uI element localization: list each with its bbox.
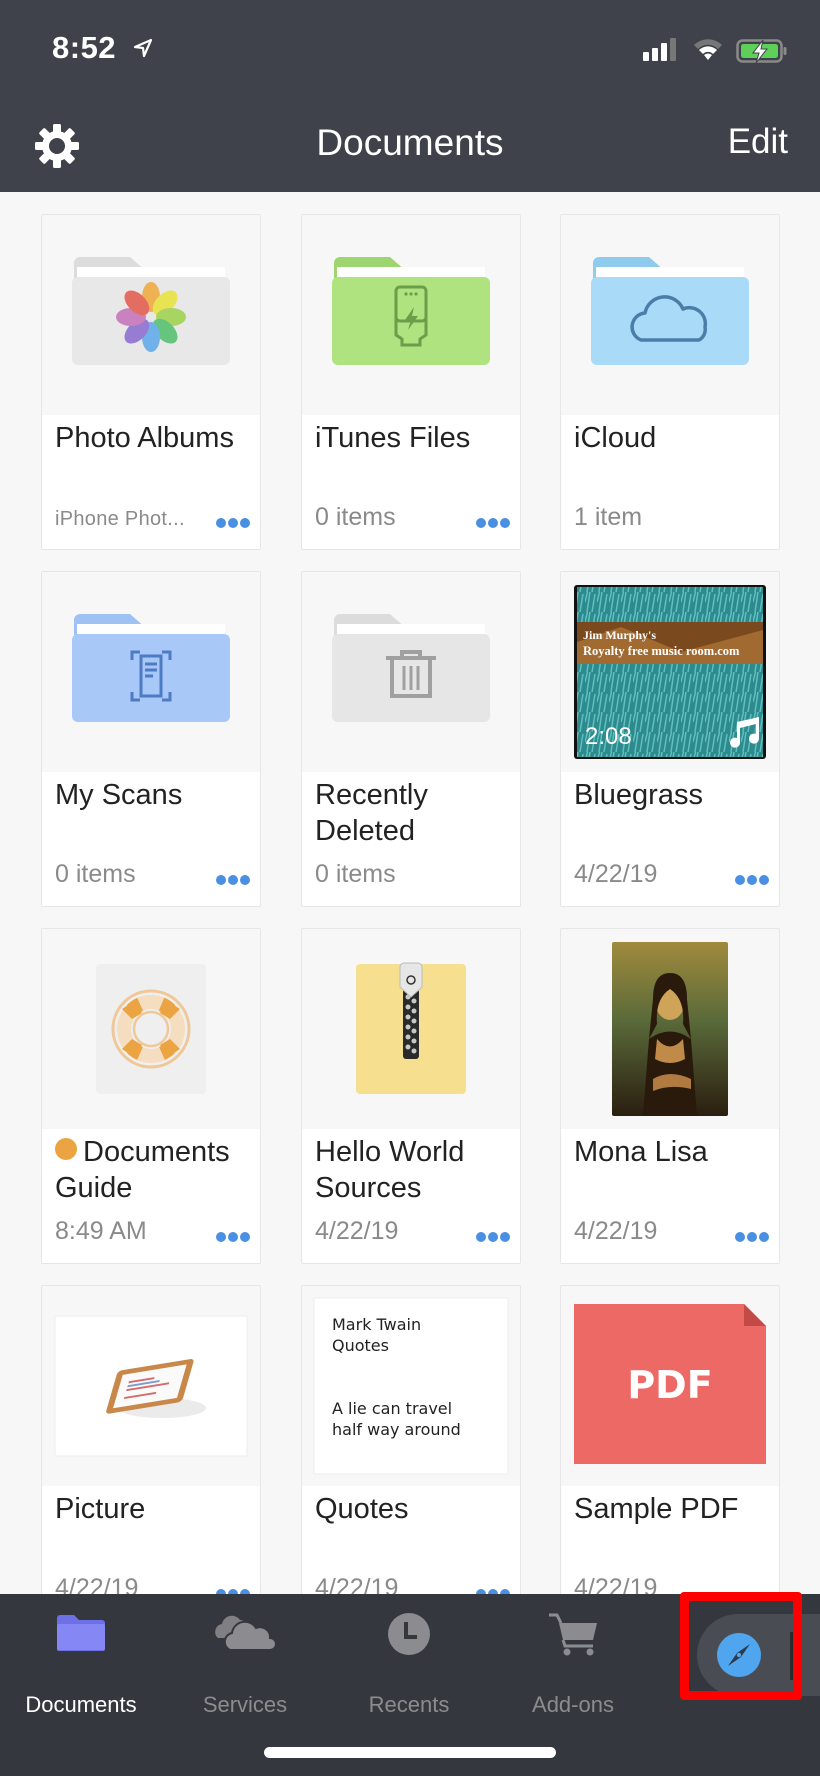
text-preview: Mark Twain Quotes A lie can travel half … [313, 1297, 509, 1475]
item-bluegrass[interactable]: Jim Murphy's Royalty free music room.com… [560, 571, 780, 907]
item-subtitle: 4/22/19 [315, 1574, 399, 1594]
tab-label: Add-ons [532, 1692, 614, 1717]
clock-icon [388, 1613, 430, 1655]
item-thumbnail [561, 929, 779, 1129]
lifebuoy-icon [96, 964, 206, 1094]
preview-line: A lie can travel [332, 1399, 452, 1418]
tab-label: Documents [25, 1692, 137, 1717]
item-hello-world-sources[interactable]: Hello World Sources 4/22/19 [301, 928, 521, 1264]
item-subtitle: 4/22/19 [574, 860, 658, 888]
cloud-icon [215, 1615, 277, 1651]
item-subtitle: 8:49 AM [55, 1217, 147, 1245]
tab-label: Services [202, 1692, 288, 1717]
more-options-icon[interactable] [476, 1229, 512, 1243]
item-thumbnail [42, 572, 260, 772]
scan-folder-icon [72, 614, 230, 722]
item-name: Recently Deleted [315, 779, 428, 847]
folder-icon [57, 1615, 105, 1651]
item-name: Hello World Sources [315, 1136, 465, 1204]
item-thumbnail: Mark Twain Quotes A lie can travel half … [302, 1286, 520, 1486]
unread-badge [55, 1138, 77, 1160]
cloud-folder-icon [591, 257, 749, 365]
item-name: Mona Lisa [574, 1136, 708, 1168]
item-name: iTunes Files [315, 422, 471, 454]
preview-line: Mark Twain [332, 1315, 421, 1334]
status-time: 8:52 [52, 30, 117, 65]
cover-text-line-2: Royalty free music room.com [583, 644, 740, 658]
edit-button[interactable]: Edit [728, 122, 788, 162]
more-options-icon[interactable] [216, 515, 252, 529]
location-arrow-icon [133, 38, 153, 58]
pdf-label: PDF [627, 1363, 712, 1407]
item-thumbnail [42, 1286, 260, 1486]
signal-icon [643, 38, 676, 61]
item-subtitle: 4/22/19 [574, 1574, 658, 1594]
item-picture[interactable]: Picture 4/22/19 [41, 1285, 261, 1594]
usb-folder-icon [332, 257, 490, 365]
wifi-icon [694, 39, 722, 60]
home-indicator[interactable] [264, 1747, 556, 1758]
item-thumbnail [561, 215, 779, 415]
pdf-file-icon: PDF [574, 1304, 766, 1464]
item-thumbnail [302, 215, 520, 415]
item-my-scans[interactable]: My Scans 0 items [41, 571, 261, 907]
item-name: My Scans [55, 779, 183, 811]
preview-line: Quotes [332, 1336, 389, 1355]
item-recently-deleted[interactable]: Recently Deleted 0 items [301, 571, 521, 907]
item-thumbnail: PDF [561, 1286, 779, 1486]
item-subtitle: 4/22/19 [315, 1217, 399, 1245]
painting-image [612, 942, 728, 1116]
item-name: Picture [55, 1493, 146, 1525]
photos-folder-icon [72, 257, 230, 365]
page-title: Documents [316, 122, 504, 163]
documents-grid[interactable]: Photo Albums iPhone Phot... iTunes Files… [0, 192, 820, 1594]
item-thumbnail [42, 929, 260, 1129]
item-quotes[interactable]: Mark Twain Quotes A lie can travel half … [301, 1285, 521, 1594]
item-photo-albums[interactable]: Photo Albums iPhone Phot... [41, 214, 261, 550]
more-options-icon[interactable] [735, 872, 771, 886]
item-subtitle: 0 items [315, 503, 396, 531]
item-thumbnail [302, 572, 520, 772]
documents-screen: 8:52 Documents Edit Photo Albums iPhone … [0, 0, 820, 1776]
item-name: Quotes [315, 1493, 409, 1525]
item-subtitle: 0 items [55, 860, 136, 888]
item-subtitle: 4/22/19 [55, 1574, 139, 1594]
audio-cover-image: Jim Murphy's Royalty free music room.com… [574, 585, 766, 759]
item-name: Bluegrass [574, 779, 703, 811]
battery-charging-icon [736, 39, 787, 64]
preview-line: half way around [332, 1420, 461, 1439]
item-name: Documents Guide [55, 1136, 230, 1204]
item-thumbnail [302, 929, 520, 1129]
trash-folder-icon [332, 614, 490, 722]
highlight-annotation [680, 1592, 802, 1700]
tab-label: Recents [368, 1692, 450, 1717]
more-options-icon[interactable] [216, 1229, 252, 1243]
item-subtitle: 1 item [574, 503, 643, 531]
more-options-icon[interactable] [476, 1586, 512, 1594]
item-subtitle: iPhone Phot... [55, 508, 185, 530]
duration-label: 2:08 [585, 723, 632, 750]
item-subtitle: 0 items [315, 860, 396, 888]
top-bar: 8:52 Documents Edit [0, 0, 820, 192]
item-sample-pdf[interactable]: PDF Sample PDF 4/22/19 [560, 1285, 780, 1594]
item-icloud[interactable]: iCloud 1 item [560, 214, 780, 550]
item-mona-lisa[interactable]: Mona Lisa 4/22/19 [560, 928, 780, 1264]
item-documents-guide[interactable]: Documents Guide 8:49 AM [41, 928, 261, 1264]
cart-icon [549, 1613, 597, 1656]
item-thumbnail [42, 215, 260, 415]
more-options-icon[interactable] [216, 1586, 252, 1594]
item-name: Sample PDF [574, 1493, 739, 1525]
item-name: Photo Albums [55, 422, 234, 454]
zip-archive-icon [356, 962, 466, 1094]
item-subtitle: 4/22/19 [574, 1217, 658, 1245]
item-name: iCloud [574, 422, 657, 454]
item-thumbnail: Jim Murphy's Royalty free music room.com… [561, 572, 779, 772]
cover-text-line-1: Jim Murphy's [583, 628, 656, 642]
item-itunes-files[interactable]: iTunes Files 0 items [301, 214, 521, 550]
more-options-icon[interactable] [735, 1229, 771, 1243]
more-options-icon[interactable] [476, 515, 512, 529]
inbox-tray-image [54, 1315, 248, 1457]
more-options-icon[interactable] [216, 872, 252, 886]
